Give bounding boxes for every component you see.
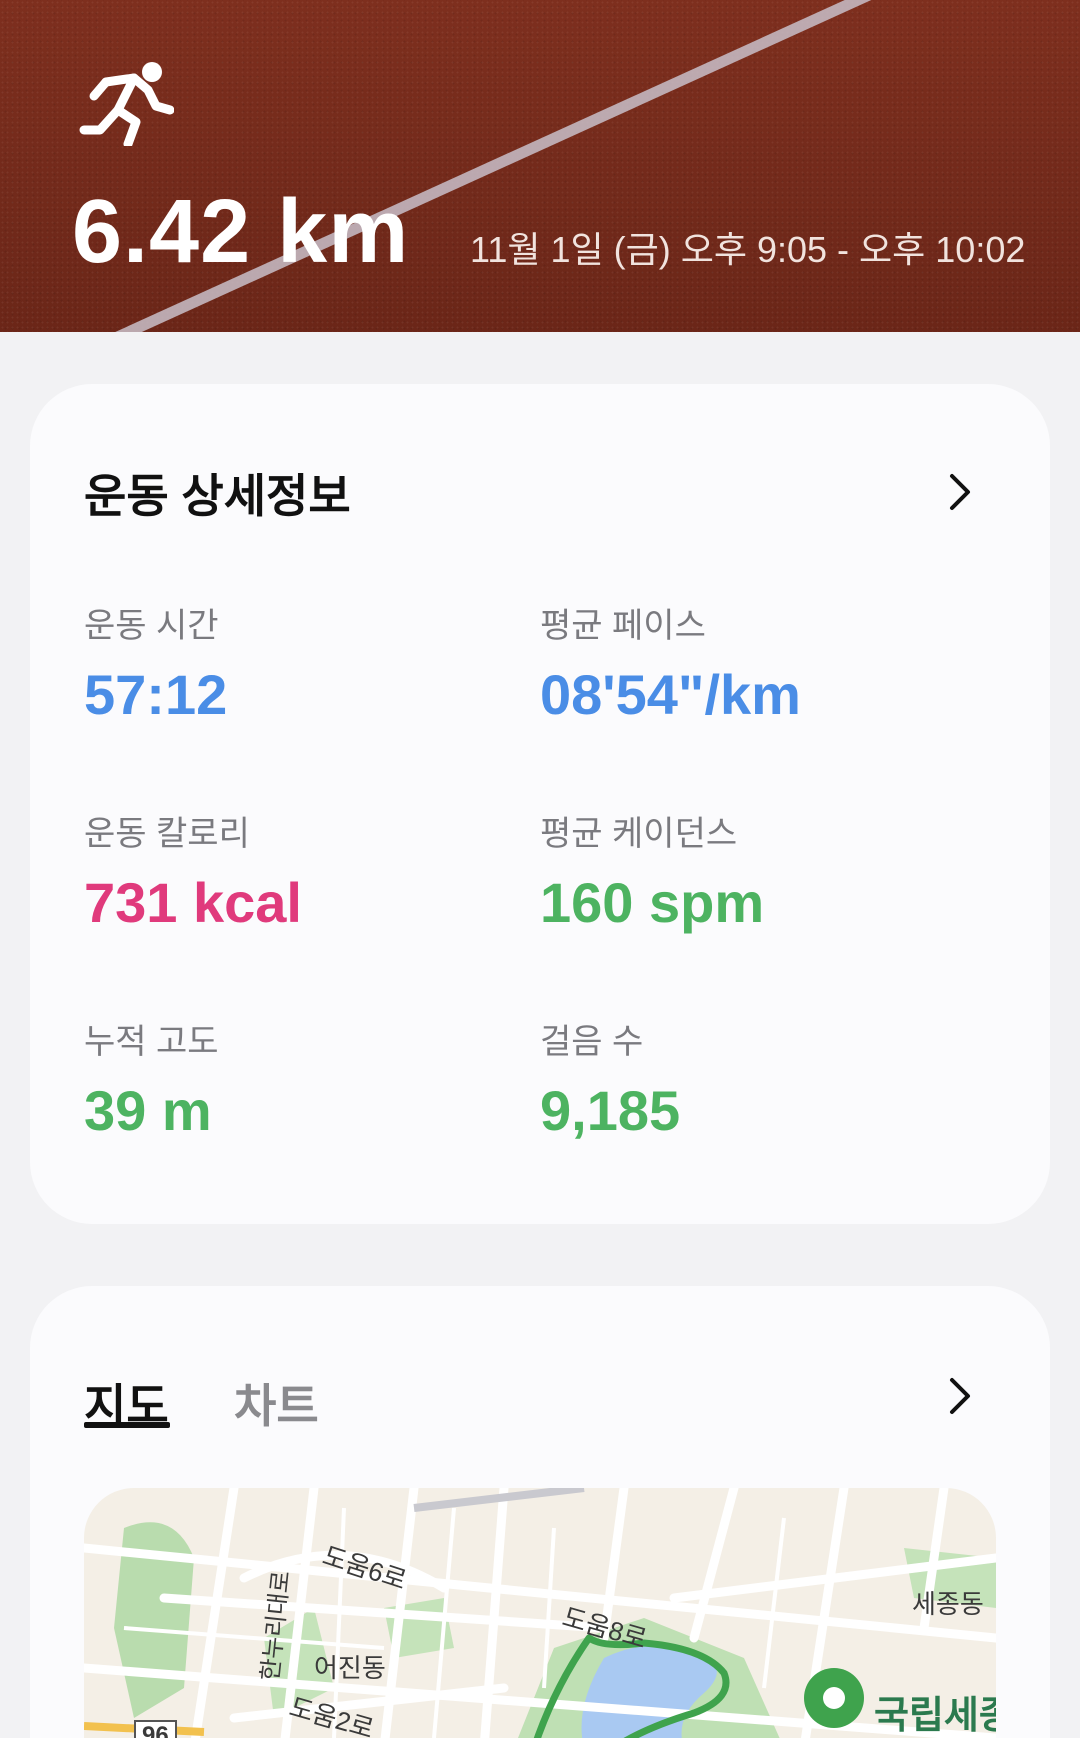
map-place-label: 국립세종 <box>874 1695 996 1737</box>
active-tab-indicator <box>84 1422 170 1428</box>
workout-datetime: 11월 1일 (금) 오후 9:05 - 오후 10:02 <box>470 229 1026 270</box>
stat-calories: 운동 칼로리 731 kcal <box>84 814 302 936</box>
stat-label: 평균 페이스 <box>540 607 706 645</box>
stat-value: 731 kcal <box>84 871 302 934</box>
stat-value: 9,185 <box>540 1079 681 1142</box>
stat-value: 39 m <box>84 1079 212 1142</box>
map-roads <box>84 1488 996 1738</box>
stat-label: 운동 칼로리 <box>84 815 250 853</box>
stat-value: 08'54"/km <box>540 663 801 726</box>
stat-value: 160 spm <box>540 871 765 934</box>
stat-workout-time: 운동 시간 57:12 <box>84 606 227 728</box>
stat-average-pace: 평균 페이스 08'54"/km <box>540 606 801 728</box>
tab-chart[interactable]: 차트 <box>234 1370 319 1436</box>
stat-value: 57:12 <box>84 663 228 726</box>
stat-elevation-gain: 누적 고도 39 m <box>84 1022 219 1144</box>
route-number-shield: 96 <box>134 1720 177 1738</box>
route-map[interactable]: 도움6로 도움8로 도움2로 한누리대로 어진동 세종동 국립세종 96 <box>84 1488 996 1738</box>
workout-header: 6.42 km 11월 1일 (금) 오후 9:05 - 오후 10:02 <box>0 0 1080 332</box>
distance-value: 6.42 km <box>72 182 410 282</box>
stat-label: 운동 시간 <box>84 607 219 645</box>
stat-label: 걸음 수 <box>540 1023 644 1061</box>
running-person-icon <box>79 62 174 146</box>
track-lane-line <box>115 0 872 332</box>
stat-label: 평균 케이던스 <box>540 815 738 853</box>
map-label-district: 세종동 <box>912 1589 984 1619</box>
chevron-right-icon[interactable] <box>940 470 980 514</box>
map-label-district: 어진동 <box>314 1653 386 1683</box>
detail-card-title: 운동 상세정보 <box>84 470 351 522</box>
stat-steps: 걸음 수 9,185 <box>540 1022 680 1144</box>
stat-cadence: 평균 케이던스 160 spm <box>540 814 764 936</box>
stat-label: 누적 고도 <box>84 1023 219 1061</box>
chevron-right-icon[interactable] <box>940 1374 980 1418</box>
